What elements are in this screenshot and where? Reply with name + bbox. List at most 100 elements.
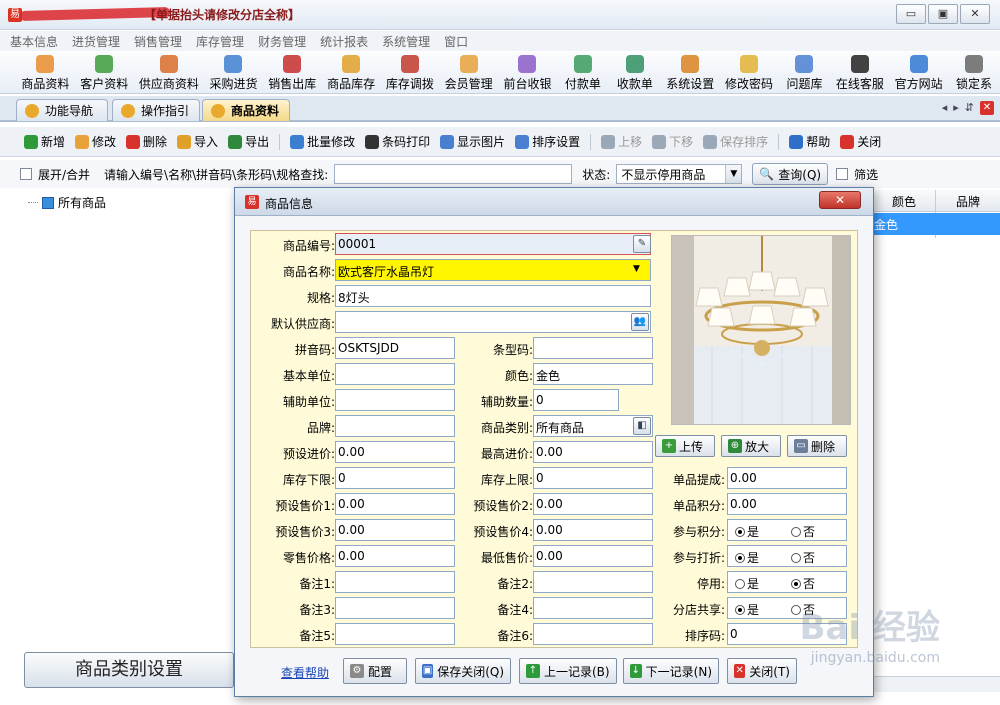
save-close-button[interactable]: ▣ 保存关闭(Q) <box>415 658 511 684</box>
tab-prev-icon[interactable]: ◂ <box>942 101 948 115</box>
next-record-button[interactable]: ↓ 下一记录(N) <box>623 658 719 684</box>
tree-item-all-products[interactable]: 所有商品 <box>22 190 234 211</box>
query-button[interactable]: 🔍 查询(Q) <box>752 163 829 185</box>
max-cost-field[interactable]: 0.00 <box>533 441 653 463</box>
menu-inventory[interactable]: 库存管理 <box>196 33 244 50</box>
toolbar-item-6[interactable]: 库存调拨 <box>380 52 439 93</box>
expand-checkbox[interactable] <box>20 168 32 180</box>
toolbar-item-12[interactable]: 修改密码 <box>720 52 779 93</box>
stock-min-field[interactable]: 0 <box>335 467 455 489</box>
chevron-down-icon[interactable]: ▼ <box>633 264 640 274</box>
menu-sales[interactable]: 销售管理 <box>134 33 182 50</box>
toolbar-item-9[interactable]: 付款单 <box>557 52 609 93</box>
product-toolbar-button-3[interactable]: 导入 <box>177 133 218 150</box>
tab-product-info[interactable]: 商品资料 <box>202 99 290 121</box>
product-toolbar-button-0[interactable]: 新增 <box>24 133 65 150</box>
horizontal-scrollbar[interactable] <box>872 676 1000 692</box>
product-toolbar-button-7[interactable]: 显示图片 <box>440 133 505 150</box>
note4-field[interactable] <box>533 597 653 619</box>
menu-finance[interactable]: 财务管理 <box>258 33 306 50</box>
product-toolbar-button-12[interactable]: 帮助 <box>789 133 830 150</box>
view-help-link[interactable]: 查看帮助 <box>281 664 329 681</box>
brand-field[interactable] <box>335 415 455 437</box>
close-dialog-button[interactable]: ✕ 关闭(T) <box>727 658 797 684</box>
zoom-button[interactable]: ⊕ 放大 <box>721 435 781 457</box>
pinyin-field[interactable]: OSKTSJDD <box>335 337 455 359</box>
toolbar-item-10[interactable]: 收款单 <box>609 52 661 93</box>
product-toolbar-button-8[interactable]: 排序设置 <box>515 133 580 150</box>
join-discount-yes[interactable]: 是 <box>735 549 759 566</box>
tab-operation-guide[interactable]: 操作指引 <box>112 99 200 121</box>
toolbar-item-13[interactable]: 问题库 <box>778 52 830 93</box>
table-row[interactable]: 金色 <box>872 213 1000 235</box>
column-brand[interactable]: 品牌 <box>936 190 1000 211</box>
toolbar-item-16[interactable]: 锁定系 <box>948 52 1000 93</box>
color-field[interactable]: 金色 <box>533 363 653 385</box>
search-input[interactable] <box>334 164 573 184</box>
minimize-button[interactable]: ▭ <box>896 4 926 24</box>
toolbar-item-1[interactable]: 客户资料 <box>75 52 134 93</box>
close-window-button[interactable]: ✕ <box>960 4 990 24</box>
note1-field[interactable] <box>335 571 455 593</box>
aux-unit-field[interactable] <box>335 389 455 411</box>
product-toolbar-button-5[interactable]: 批量修改 <box>290 133 355 150</box>
toolbar-item-7[interactable]: 会员管理 <box>439 52 498 93</box>
product-toolbar-button-11[interactable]: 保存排序 <box>703 133 768 150</box>
upload-button[interactable]: + 上传 <box>655 435 715 457</box>
product-toolbar-button-10[interactable]: 下移 <box>652 133 693 150</box>
barcode-field[interactable] <box>533 337 653 359</box>
note5-field[interactable] <box>335 623 455 645</box>
spec-field[interactable]: 8灯头 <box>335 285 651 307</box>
supplier-field[interactable] <box>335 311 651 333</box>
aux-qty-field[interactable]: 0 <box>533 389 619 411</box>
product-toolbar-button-13[interactable]: 关闭 <box>840 133 881 150</box>
price3-field[interactable]: 0.00 <box>335 519 455 541</box>
menu-basic-info[interactable]: 基本信息 <box>10 33 58 50</box>
price4-field[interactable]: 0.00 <box>533 519 653 541</box>
toolbar-item-0[interactable]: 商品资料 <box>16 52 75 93</box>
retail-price-field[interactable]: 0.00 <box>335 545 455 567</box>
maximize-button[interactable]: ▣ <box>928 4 958 24</box>
tab-close-icon[interactable]: ✕ <box>980 101 994 115</box>
edit-code-icon[interactable]: ✎ <box>633 235 651 253</box>
toolbar-item-2[interactable]: 供应商资料 <box>134 52 204 93</box>
stock-max-field[interactable]: 0 <box>533 467 653 489</box>
toolbar-item-4[interactable]: 销售出库 <box>263 52 322 93</box>
join-points-no[interactable]: 否 <box>791 523 815 540</box>
supplier-lookup-icon[interactable]: 👥 <box>631 313 649 331</box>
filter-checkbox[interactable] <box>836 168 849 180</box>
base-unit-field[interactable] <box>335 363 455 385</box>
note6-field[interactable] <box>533 623 653 645</box>
category-settings-button[interactable]: 商品类别设置 <box>24 652 234 688</box>
preset-cost-field[interactable]: 0.00 <box>335 441 455 463</box>
price1-field[interactable]: 0.00 <box>335 493 455 515</box>
column-color[interactable]: 颜色 <box>872 190 936 211</box>
config-button[interactable]: ⚙ 配置 <box>343 658 407 684</box>
product-code-field[interactable]: 00001 <box>335 233 651 255</box>
price2-field[interactable]: 0.00 <box>533 493 653 515</box>
disabled-no[interactable]: 否 <box>791 575 815 592</box>
toolbar-item-8[interactable]: 前台收银 <box>498 52 557 93</box>
product-toolbar-button-9[interactable]: 上移 <box>601 133 642 150</box>
menu-system[interactable]: 系统管理 <box>382 33 430 50</box>
points-field[interactable]: 0.00 <box>727 493 847 515</box>
product-toolbar-button-2[interactable]: 删除 <box>126 133 167 150</box>
min-price-field[interactable]: 0.00 <box>533 545 653 567</box>
tab-next-icon[interactable]: ▸ <box>953 101 959 115</box>
note2-field[interactable] <box>533 571 653 593</box>
product-toolbar-button-6[interactable]: 条码打印 <box>365 133 430 150</box>
toolbar-item-15[interactable]: 官方网站 <box>889 52 948 93</box>
prev-record-button[interactable]: ↑ 上一记录(B) <box>519 658 617 684</box>
product-name-field[interactable]: 欧式客厅水晶吊灯 <box>335 259 651 281</box>
menu-reports[interactable]: 统计报表 <box>320 33 368 50</box>
product-toolbar-button-4[interactable]: 导出 <box>228 133 269 150</box>
join-points-yes[interactable]: 是 <box>735 523 759 540</box>
status-select[interactable]: 不显示停用商品 ▼ <box>616 164 743 184</box>
menu-window[interactable]: 窗口 <box>444 33 468 50</box>
menu-purchase[interactable]: 进货管理 <box>72 33 120 50</box>
commission-field[interactable]: 0.00 <box>727 467 847 489</box>
delete-photo-button[interactable]: ▭ 删除 <box>787 435 847 457</box>
tab-list-icon[interactable]: ⇵ <box>965 101 974 115</box>
category-lookup-icon[interactable]: ◧ <box>633 417 651 435</box>
toolbar-item-5[interactable]: 商品库存 <box>322 52 381 93</box>
